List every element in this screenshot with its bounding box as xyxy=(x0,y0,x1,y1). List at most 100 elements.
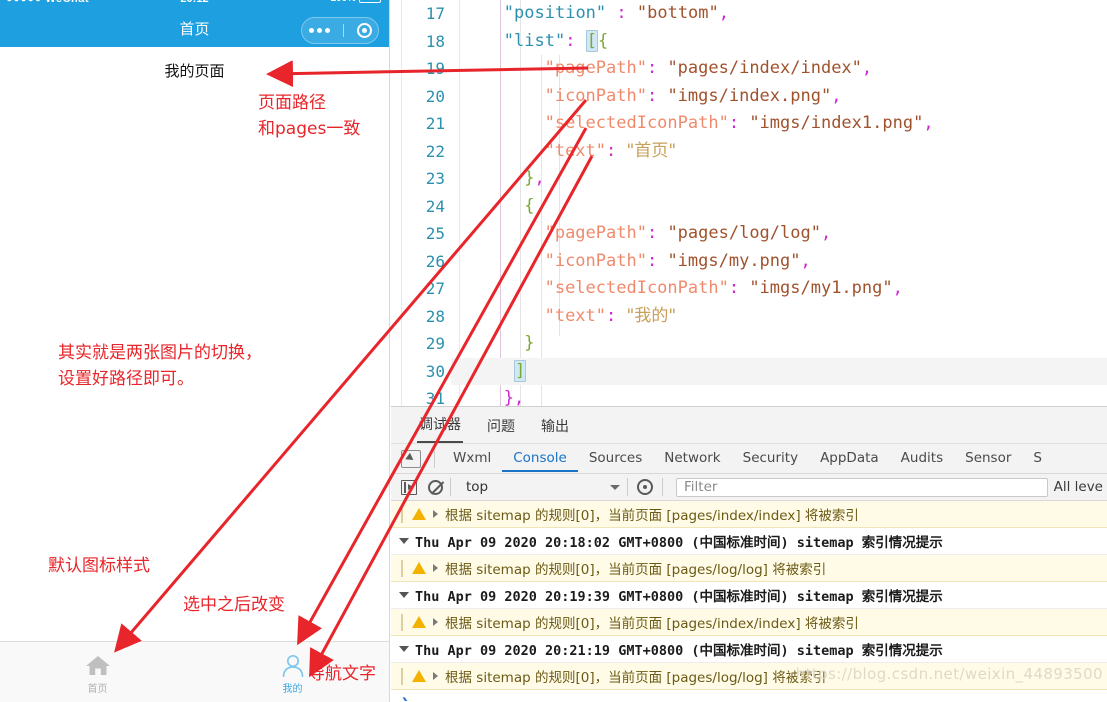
clock-label: 20:12 xyxy=(180,0,208,5)
tab-appdata[interactable]: AppData xyxy=(809,445,890,472)
code-text: "iconPath": "imgs/my.png", xyxy=(545,248,811,276)
console-warning-row[interactable]: 根据 sitemap 的规则[0]，当前页面 [pages/index/inde… xyxy=(391,501,1107,528)
code-token: , xyxy=(861,58,873,78)
console-warning-row[interactable]: 根据 sitemap 的规则[0]，当前页面 [pages/log/log] 将… xyxy=(391,555,1107,582)
code-line[interactable]: 29} xyxy=(391,330,1107,358)
code-line[interactable]: 24 { xyxy=(391,193,1107,221)
target-circle-icon[interactable] xyxy=(356,23,372,38)
inspect-element-icon[interactable] xyxy=(401,449,421,468)
collapse-arrow-icon[interactable] xyxy=(399,538,409,544)
toolbar-divider xyxy=(434,449,435,468)
code-token: "imgs/index.png" xyxy=(667,85,832,106)
line-number: 23 xyxy=(425,169,445,188)
console-group-row[interactable]: Thu Apr 09 2020 20:19:39 GMT+0800 (中国标准时… xyxy=(391,582,1107,609)
code-token: "imgs/my.png" xyxy=(667,250,801,271)
code-text: "position" : "bottom", xyxy=(504,0,729,28)
code-token: : xyxy=(728,278,750,298)
code-token: "list" xyxy=(503,30,566,51)
code-token: , xyxy=(831,85,842,106)
capsule-button[interactable] xyxy=(301,17,379,44)
expand-arrow-icon[interactable] xyxy=(433,564,438,572)
code-token: "pages/index/index" xyxy=(667,58,862,78)
tab-console[interactable]: Console xyxy=(502,445,578,472)
execute-context-icon[interactable] xyxy=(401,479,417,495)
code-token: : xyxy=(646,223,668,243)
live-expression-icon[interactable] xyxy=(637,479,653,495)
toolbar-divider xyxy=(662,478,663,496)
tab-network[interactable]: Network xyxy=(653,445,731,472)
tab-audits[interactable]: Audits xyxy=(890,445,954,472)
line-number: 31 xyxy=(425,389,445,406)
code-token: "iconPath" xyxy=(544,250,647,271)
prompt-chevron-icon: ❯ xyxy=(401,693,410,701)
code-token: "pagePath" xyxy=(544,58,647,78)
capsule-divider xyxy=(342,24,344,37)
code-text: "pagePath": "pages/log/log", xyxy=(545,220,832,248)
panel-tab-debugger[interactable]: 调试器 xyxy=(417,414,463,443)
code-text: }, xyxy=(524,165,545,193)
code-line[interactable]: 22 "text": "首页" xyxy=(391,138,1107,166)
expand-arrow-icon[interactable] xyxy=(433,510,438,518)
code-text: "pagePath": "pages/index/index", xyxy=(545,55,873,83)
console-message-text: 根据 sitemap 的规则[0]，当前页面 [pages/index/inde… xyxy=(445,508,859,524)
code-line[interactable]: 19 "pagePath": "pages/index/index", xyxy=(391,55,1107,83)
code-line[interactable]: 18 "list": [{ xyxy=(391,28,1107,56)
code-line[interactable]: 21 "selectedIconPath": "imgs/index1.png", xyxy=(391,110,1107,138)
warning-triangle-icon xyxy=(412,508,426,520)
code-token: } xyxy=(524,333,535,353)
expand-arrow-icon[interactable] xyxy=(433,672,438,680)
tabbar-item-my[interactable]: 我的 xyxy=(195,642,389,702)
code-line[interactable]: 30] xyxy=(391,357,1107,385)
tab-storage-truncated[interactable]: S xyxy=(1022,445,1053,472)
console-prompt[interactable]: ❯ xyxy=(391,690,1107,701)
clear-console-icon[interactable] xyxy=(428,479,443,495)
code-line[interactable]: 23}, xyxy=(391,165,1107,193)
devtools-panel: 调试器 问题 输出 Wxml Console Sources Network S… xyxy=(391,406,1107,702)
code-line[interactable]: 28 "text": "我的" xyxy=(391,303,1107,331)
right-pane: 17 "position" : "bottom", 18 "list": [{ 19 "p… xyxy=(391,0,1107,702)
collapse-arrow-icon[interactable] xyxy=(399,592,409,598)
console-log-list[interactable]: 根据 sitemap 的规则[0]，当前页面 [pages/index/inde… xyxy=(391,501,1107,701)
warning-triangle-icon xyxy=(412,670,426,682)
console-group-text: Thu Apr 09 2020 20:21:19 GMT+0800 (中国标准时… xyxy=(415,643,943,659)
collapse-arrow-icon[interactable] xyxy=(399,646,409,652)
code-line[interactable]: 31}, xyxy=(391,385,1107,406)
code-editor[interactable]: 17 "position" : "bottom", 18 "list": [{ 19 "p… xyxy=(391,0,1107,406)
code-line[interactable]: 27 "selectedIconPath": "imgs/my1.png", xyxy=(391,275,1107,303)
console-context-select[interactable]: top xyxy=(466,479,620,495)
code-token: , xyxy=(514,388,525,406)
line-number: 19 xyxy=(425,59,445,78)
tab-wxml[interactable]: Wxml xyxy=(442,445,502,472)
code-line[interactable]: 25 "pagePath": "pages/log/log", xyxy=(391,220,1107,248)
expand-arrow-icon[interactable] xyxy=(433,618,438,626)
code-line[interactable]: 17 "position" : "bottom", xyxy=(391,0,1107,28)
mini-program-tabbar: 首页 我的 xyxy=(0,641,389,702)
console-group-row[interactable]: Thu Apr 09 2020 20:21:19 GMT+0800 (中国标准时… xyxy=(391,636,1107,663)
page-body-text: 我的页面 xyxy=(164,62,225,80)
tabbar-item-index[interactable]: 首页 xyxy=(0,642,195,702)
line-number: 20 xyxy=(425,86,445,106)
more-dots-icon[interactable] xyxy=(308,28,330,33)
code-token: "position" xyxy=(503,3,607,23)
code-text: { xyxy=(524,193,534,221)
tab-sources[interactable]: Sources xyxy=(578,445,653,472)
code-token: "pagePath" xyxy=(544,223,647,243)
code-text: "selectedIconPath": "imgs/index1.png", xyxy=(545,110,934,138)
code-token: "iconPath" xyxy=(544,85,647,106)
code-line[interactable]: 20 "iconPath": "imgs/index.png", xyxy=(391,83,1107,111)
code-token: : xyxy=(646,250,668,271)
line-number: 27 xyxy=(425,279,445,298)
console-warning-row[interactable]: 根据 sitemap 的规则[0]，当前页面 [pages/index/inde… xyxy=(391,609,1107,636)
panel-tab-issues[interactable]: 问题 xyxy=(485,416,517,443)
console-log-level-select[interactable]: All leve xyxy=(1054,479,1107,495)
code-token: } xyxy=(524,168,535,188)
console-filter-input[interactable]: Filter xyxy=(676,477,1048,497)
code-token: "bottom" xyxy=(636,3,719,23)
tab-security[interactable]: Security xyxy=(732,445,809,472)
code-token: , xyxy=(800,250,811,271)
console-group-row[interactable]: Thu Apr 09 2020 20:18:02 GMT+0800 (中国标准时… xyxy=(391,528,1107,555)
tab-sensor[interactable]: Sensor xyxy=(954,445,1022,472)
code-line[interactable]: 26 "iconPath": "imgs/my.png", xyxy=(391,248,1107,276)
code-token: "text" xyxy=(544,140,607,161)
panel-tab-output[interactable]: 输出 xyxy=(539,416,571,443)
